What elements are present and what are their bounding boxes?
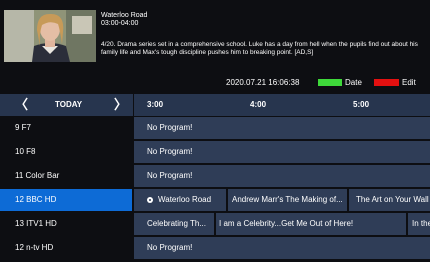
program-title-text: No Program! — [147, 243, 193, 252]
program-title-text: No Program! — [147, 123, 193, 132]
time-marker: 3:00 — [147, 100, 164, 109]
channel-row: 12 BBC HD Waterloo Road Andrew Marr's Th… — [0, 189, 430, 211]
channel-row: 9 F7 No Program! — [0, 117, 430, 139]
time-marker: 4:00 — [250, 100, 267, 109]
channel-label: 11 Color Bar — [15, 171, 60, 180]
day-label: TODAY — [55, 100, 83, 109]
program-title-text: In the — [412, 219, 430, 228]
program-title: Waterloo Road — [101, 12, 148, 19]
channel-label: 12 BBC HD — [15, 195, 57, 204]
red-key-icon — [374, 79, 399, 86]
program-cell[interactable]: No Program! — [134, 141, 430, 163]
program-cell[interactable]: No Program! — [134, 165, 430, 187]
program-title-text: The Art on Your Wall — [356, 195, 429, 204]
program-title-text: I am a Celebrity...Get Me Out of Here! — [219, 219, 354, 228]
channel-label: 9 F7 — [15, 123, 32, 132]
epg-grid-header: 〈 TODAY 〉 3:00 4:00 5:00 — [0, 94, 430, 116]
channel-cell[interactable]: 11 Color Bar — [0, 165, 132, 187]
chevron-right-icon[interactable]: 〉 — [114, 97, 127, 113]
now-playing-icon — [147, 197, 153, 203]
program-time: 03:00-04:00 — [101, 20, 139, 27]
program-cell[interactable]: I am a Celebrity...Get Me Out of Here! — [216, 213, 406, 235]
channel-row: 12 n-tv HD No Program! — [0, 237, 430, 259]
channel-label: 10 F8 — [15, 147, 36, 156]
channel-cell[interactable]: 9 F7 — [0, 117, 132, 139]
program-title-text: Andrew Marr's The Making of... — [232, 195, 343, 204]
program-title-text: No Program! — [147, 171, 193, 180]
video-preview-thumbnail — [4, 10, 96, 62]
program-cell[interactable]: Andrew Marr's The Making of... — [228, 189, 347, 211]
channel-cell-selected[interactable]: 12 BBC HD — [0, 189, 132, 211]
program-title-text: No Program! — [147, 147, 193, 156]
channel-row: 10 F8 No Program! — [0, 141, 430, 163]
edit-key-label: Edit — [402, 78, 416, 87]
channel-row: 13 ITV1 HD Celebrating Th... I am a Cele… — [0, 213, 430, 235]
program-cell-current[interactable]: Waterloo Road — [134, 189, 226, 211]
program-cell[interactable]: Celebrating Th... — [134, 213, 214, 235]
channel-cell[interactable]: 13 ITV1 HD — [0, 213, 132, 235]
channel-cell[interactable]: 12 n-tv HD — [0, 237, 132, 259]
program-cell[interactable]: No Program! — [134, 117, 430, 139]
channel-label: 13 ITV1 HD — [15, 219, 57, 228]
green-key-icon — [318, 79, 342, 86]
program-cell[interactable]: No Program! — [134, 237, 430, 259]
channel-cell[interactable]: 10 F8 — [0, 141, 132, 163]
program-title-text: Waterloo Road — [158, 195, 212, 204]
header-divider — [133, 94, 134, 116]
current-datetime: 2020.07.21 16:06:38 — [226, 78, 300, 87]
status-bar: 2020.07.21 16:06:38 Date Edit — [0, 76, 430, 90]
time-marker: 5:00 — [353, 100, 370, 109]
program-cell[interactable]: In the — [408, 213, 430, 235]
date-key-label: Date — [345, 78, 362, 87]
program-title-text: Celebrating Th... — [147, 219, 206, 228]
channel-label: 12 n-tv HD — [15, 243, 54, 252]
program-cell[interactable]: The Art on Your Wall — [349, 189, 430, 211]
chevron-left-icon[interactable]: 〈 — [15, 97, 28, 113]
channel-row: 11 Color Bar No Program! — [0, 165, 430, 187]
program-description: 4/20. Drama series set in a comprehensiv… — [101, 41, 418, 56]
